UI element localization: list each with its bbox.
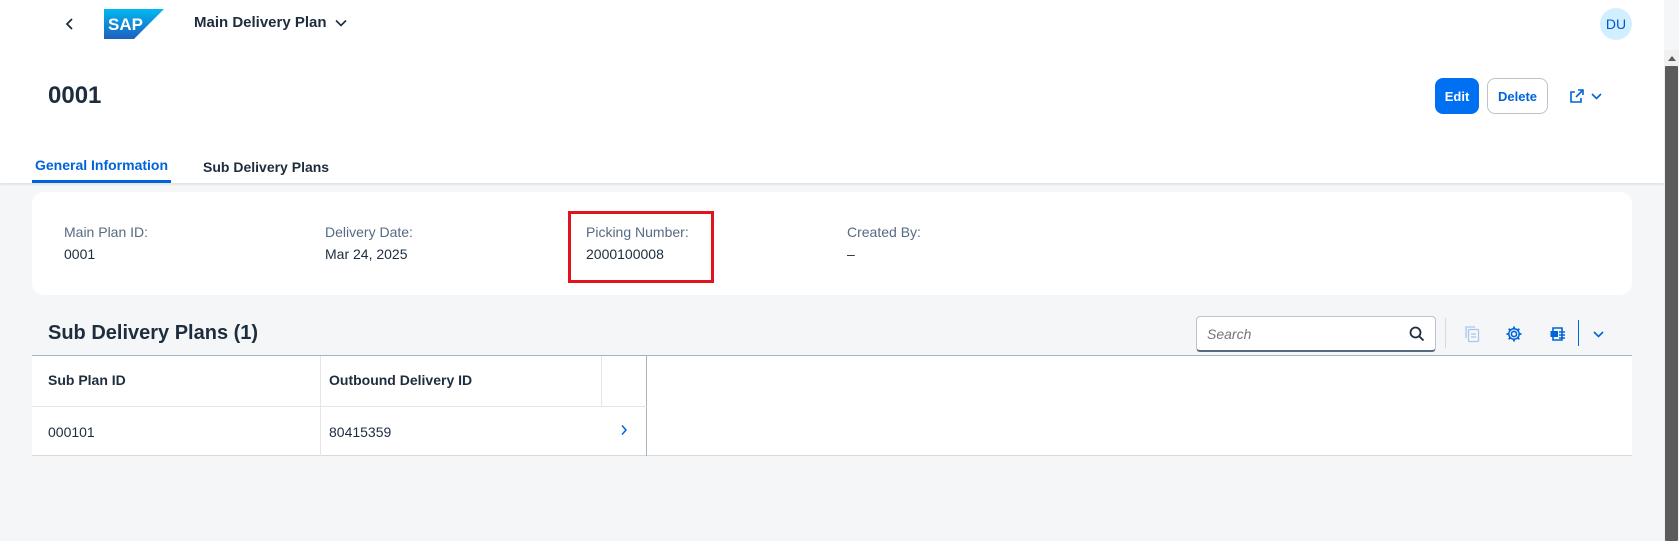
object-title: 0001 <box>48 82 102 109</box>
app-title-menu[interactable]: Main Delivery Plan <box>194 14 347 31</box>
share-icon <box>1569 89 1584 103</box>
highlight-box <box>568 211 714 283</box>
search-field[interactable] <box>1196 316 1436 352</box>
field-value: Mar 24, 2025 <box>325 246 408 262</box>
table-title: Sub Delivery Plans (1) <box>48 322 259 344</box>
shell-bar: SAP Main Delivery Plan DU <box>0 0 1664 50</box>
delete-button[interactable]: Delete <box>1487 78 1548 114</box>
tab-bar: General Information Sub Delivery Plans <box>32 150 361 183</box>
back-icon <box>65 18 73 30</box>
scroll-up-button[interactable] <box>1665 52 1678 64</box>
export-menu-button[interactable] <box>1586 322 1610 346</box>
table-settings-button[interactable] <box>1502 322 1526 346</box>
tab-general-information[interactable]: General Information <box>32 150 172 183</box>
search-icon[interactable] <box>1409 326 1425 342</box>
user-avatar[interactable]: DU <box>1600 8 1632 40</box>
chevron-right-icon[interactable] <box>620 424 628 436</box>
search-input[interactable] <box>1207 325 1409 342</box>
field-main-plan-id: Main Plan ID: 0001 <box>64 224 148 262</box>
field-value: 0001 <box>64 246 96 262</box>
back-button[interactable] <box>58 12 82 36</box>
scroll-up-arrow-icon <box>1667 55 1676 61</box>
chevron-down-icon <box>1590 92 1602 100</box>
field-delivery-date: Delivery Date: Mar 24, 2025 <box>325 224 413 262</box>
sap-logo[interactable]: SAP <box>104 9 164 44</box>
column-header-sub-plan-id[interactable]: Sub Plan ID <box>48 372 126 388</box>
field-label: Main Plan ID: <box>64 224 149 240</box>
scrollbar-thumb[interactable] <box>1665 66 1678 541</box>
object-header: 0001 Edit Delete General Information Sub… <box>0 50 1664 183</box>
field-label: Created By: <box>847 224 921 240</box>
svg-text:SAP: SAP <box>108 15 143 34</box>
general-info-card: Main Plan ID: 0001 Delivery Date: Mar 24… <box>32 192 1632 295</box>
chevron-down-icon <box>1592 330 1604 338</box>
copy-icon <box>1465 326 1480 343</box>
app-title: Main Delivery Plan <box>194 14 327 31</box>
copy-button[interactable] <box>1460 322 1484 346</box>
export-button[interactable] <box>1546 322 1570 346</box>
cell-outbound-delivery-id: 80415359 <box>329 424 392 440</box>
tab-sub-delivery-plans[interactable]: Sub Delivery Plans <box>200 150 332 183</box>
share-menu-button[interactable] <box>1562 78 1608 114</box>
export-icon <box>1550 327 1565 341</box>
field-created-by: Created By: – <box>847 224 921 262</box>
chevron-down-icon <box>334 19 347 27</box>
sub-plans-table: Sub Plan ID Outbound Delivery ID 000101 … <box>32 355 1632 456</box>
settings-gear-icon <box>1506 326 1522 342</box>
column-header-outbound-delivery-id[interactable]: Outbound Delivery ID <box>329 372 472 388</box>
column-separator <box>601 356 602 406</box>
toolbar-separator <box>1445 318 1446 348</box>
cell-sub-plan-id: 000101 <box>48 424 95 440</box>
edit-button[interactable]: Edit <box>1435 78 1479 114</box>
field-value: – <box>847 246 855 262</box>
toolbar-separator <box>1578 320 1579 346</box>
field-label: Delivery Date: <box>325 224 413 240</box>
